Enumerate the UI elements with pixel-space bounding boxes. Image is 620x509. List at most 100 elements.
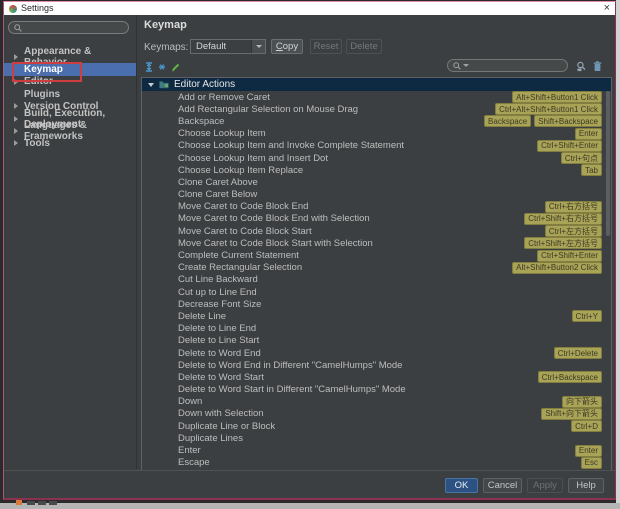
sidebar-item-appearance-behavior[interactable]: Appearance & Behavior [4,51,136,63]
chevron-right-icon [14,128,18,134]
action-shortcuts: Ctrl+右方括号 [545,201,602,213]
group-label: Editor Actions [174,79,235,90]
action-name: Duplicate Lines [178,433,243,444]
shortcut-badge: Ctrl+Shift+左方括号 [524,237,602,249]
sidebar-item-keymap[interactable]: Keymap [4,63,136,75]
cancel-button[interactable]: Cancel [483,478,522,493]
collapse-all-button[interactable] [156,61,167,72]
action-rows: Add or Remove Caret Alt+Shift+Button1 Cl… [142,91,611,470]
action-shortcuts: Esc [581,457,602,469]
action-row[interactable]: Delete Line Ctrl+Y [142,310,611,322]
sidebar-item-plugins[interactable]: Plugins [4,88,136,100]
shortcut-badge: Ctrl+Backspace [538,371,602,383]
action-row[interactable]: Delete to Word End Ctrl+Delete [142,347,611,359]
action-shortcuts: Ctrl+Shift+右方括号 [524,213,602,225]
sidebar-item-tools[interactable]: Tools [4,137,136,149]
expand-all-button[interactable] [143,61,154,72]
action-row[interactable]: Move Caret to Code Block End with Select… [142,213,611,225]
ok-button[interactable]: OK [445,478,478,493]
action-name: Decrease Font Size [178,299,261,310]
chevron-right-icon [14,103,18,109]
search-options-chevron-icon [463,64,469,67]
shortcut-badge: Esc [581,457,602,469]
shortcut-badge: Ctrl+左方括号 [545,225,602,237]
action-name: Escape [178,457,210,468]
combo-arrow-button[interactable] [251,40,265,53]
sidebar-tree: Appearance & Behavior Keymap Editor Plug… [4,51,136,149]
action-name: Choose Lookup Item [178,128,266,139]
shortcut-badge: Ctrl+Delete [554,347,602,359]
action-name: Complete Current Statement [178,250,299,261]
action-row[interactable]: Enter Enter [142,444,611,456]
expand-all-icon [144,62,154,72]
action-row[interactable]: Escape Esc [142,457,611,469]
action-shortcuts: Enter [575,128,602,140]
action-row[interactable]: Move Caret to Code Block Start with Sele… [142,237,611,249]
action-name: Delete to Line End [178,323,256,334]
action-row[interactable]: Backspace BackspaceShift+Backspace [142,115,611,127]
action-row[interactable]: Add Rectangular Selection on Mouse Drag … [142,103,611,115]
find-actions-by-shortcut-button[interactable] [575,60,587,72]
action-row[interactable]: Create Rectangular Selection Alt+Shift+B… [142,262,611,274]
action-shortcuts: Ctrl+左方括号 [545,225,602,237]
shortcut-search-input[interactable] [447,59,568,72]
sidebar-search-input[interactable] [8,21,129,34]
action-row[interactable]: Delete to Word Start in Different "Camel… [142,384,611,396]
action-row[interactable]: Complete Current Statement Ctrl+Shift+En… [142,249,611,261]
action-row[interactable]: Clone Caret Above [142,176,611,188]
action-row[interactable]: Clone Caret Below [142,189,611,201]
action-row[interactable]: Choose Lookup Item Replace Tab [142,164,611,176]
shortcut-badge: Ctrl+D [571,420,602,432]
footer: OK Cancel Apply Help [4,470,615,498]
sidebar-item-label: Keymap [24,64,63,75]
background-taskbar-fragment [49,501,57,505]
action-row[interactable]: Move Caret to Code Block End Ctrl+右方括号 [142,201,611,213]
action-row[interactable]: Cut up to Line End [142,286,611,298]
page-background-right [616,0,620,509]
edit-shortcut-button[interactable] [170,61,181,72]
reset-button[interactable]: Reset [310,39,342,54]
copy-button[interactable]: Copy [271,39,303,54]
action-row[interactable]: Add or Remove Caret Alt+Shift+Button1 Cl… [142,91,611,103]
group-row-editor-actions[interactable]: Editor Actions [142,78,611,91]
action-row[interactable]: Move Caret to Code Block Start Ctrl+左方括号 [142,225,611,237]
action-name: Delete to Word End in Different "CamelHu… [178,360,402,371]
action-row[interactable]: Delete to Line End [142,323,611,335]
shortcut-badge: Backspace [484,115,531,127]
shortcut-badge: 向下箭头 [562,396,602,408]
action-row[interactable]: Duplicate Line or Block Ctrl+D [142,420,611,432]
delete-button[interactable]: Delete [346,39,382,54]
action-shortcuts: Shift+向下箭头 [541,408,602,420]
action-shortcuts: Ctrl+Backspace [538,371,602,383]
action-row[interactable]: Choose Lookup Item and Insert Dot Ctrl+句… [142,152,611,164]
close-icon[interactable]: × [604,3,610,14]
shortcut-badge: Ctrl+Shift+Enter [537,250,602,262]
action-name: Move Caret to Code Block End [178,201,308,212]
action-row[interactable]: Down with Selection Shift+向下箭头 [142,408,611,420]
shortcut-badge: Alt+Shift+Button1 Click [512,91,602,103]
action-row[interactable]: Choose Lookup Item and Invoke Complete S… [142,140,611,152]
action-row[interactable]: Duplicate Lines [142,432,611,444]
action-name: Add Rectangular Selection on Mouse Drag [178,104,358,115]
actions-tree: Editor Actions Add or Remove Caret Alt+S… [141,77,612,471]
action-row[interactable]: Choose Lookup Item Enter [142,128,611,140]
action-name: Down with Selection [178,408,264,419]
scrollbar-thumb[interactable] [606,91,610,236]
apply-button[interactable]: Apply [527,478,563,493]
action-row[interactable]: Delete to Line Start [142,335,611,347]
clear-filter-button[interactable] [591,60,603,72]
action-row[interactable]: Cut Line Backward [142,274,611,286]
page-background-bottom [0,503,620,509]
sidebar-item-languages-frameworks[interactable]: Languages & Frameworks [4,125,136,137]
action-row[interactable]: Delete to Word End in Different "CamelHu… [142,359,611,371]
action-name: Choose Lookup Item and Invoke Complete S… [178,140,404,151]
pencil-icon [171,62,181,72]
shortcut-badge: Ctrl+右方括号 [545,201,602,213]
action-row[interactable]: Delete to Word Start Ctrl+Backspace [142,371,611,383]
action-row[interactable]: Decrease Font Size [142,298,611,310]
help-button[interactable]: Help [568,478,604,493]
sidebar-item-editor[interactable]: Editor [4,76,136,88]
keymaps-combo[interactable]: Default [190,39,266,54]
action-row[interactable]: Down 向下箭头 [142,396,611,408]
action-name: Delete to Word Start in Different "Camel… [178,384,406,395]
